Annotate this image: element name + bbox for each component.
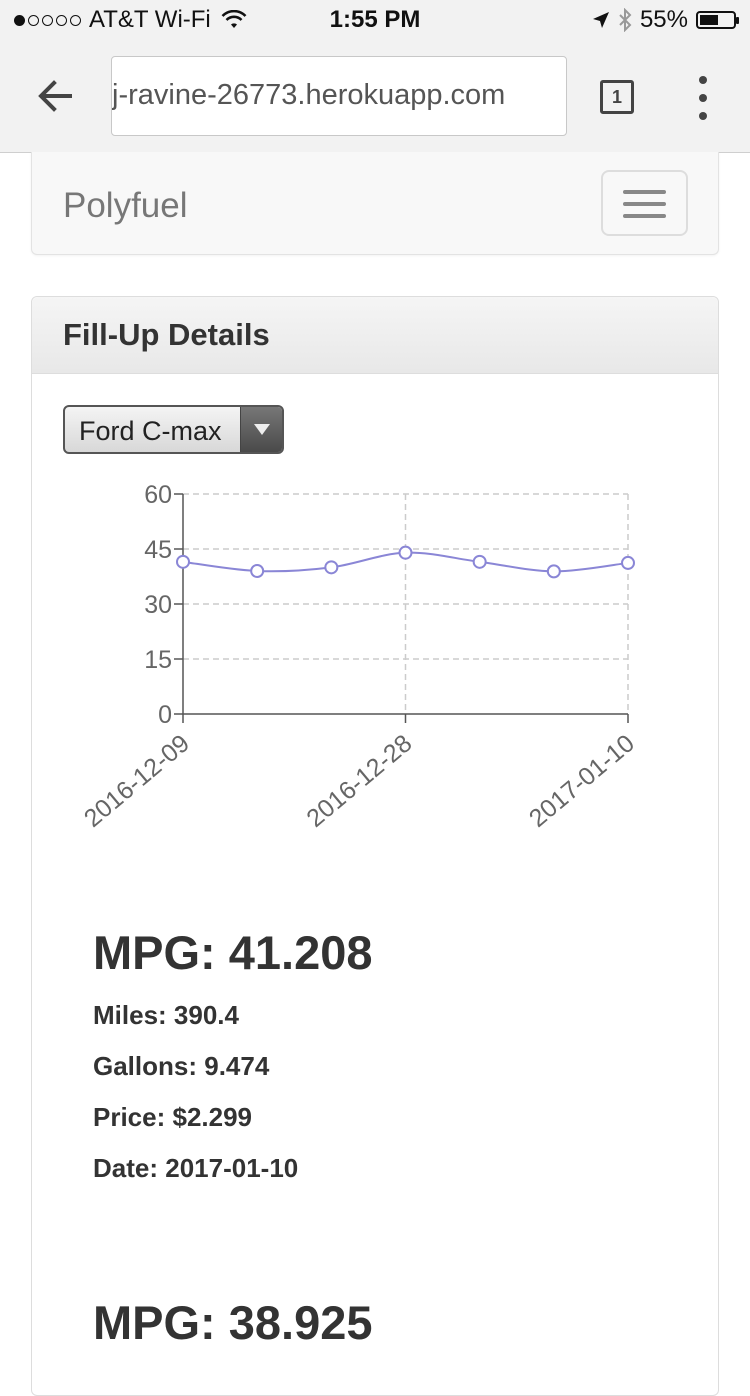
y-tick-label: 15 — [144, 646, 172, 674]
status-bar: AT&T Wi-Fi 1:55 PM 55% — [0, 0, 750, 40]
data-point — [546, 564, 561, 579]
entry-gallons: Gallons: 9.474 — [93, 1051, 270, 1081]
data-point — [621, 555, 635, 570]
dropdown-arrow-icon — [240, 407, 282, 452]
y-tick-label: 0 — [158, 701, 172, 729]
x-tick-label: 2016-12-28 — [301, 729, 417, 833]
url-text: j-ravine-26773.herokuapp.com — [112, 79, 506, 111]
bluetooth-icon — [619, 8, 632, 32]
battery-percent: 55% — [639, 6, 688, 33]
data-point — [250, 564, 265, 578]
fill-up-entry: MPG: 41.208 Miles: 390.4 Gallons: 9.474 … — [93, 925, 373, 1184]
mpg-line-chart: 0 15 30 45 60 2016-12-09 2016-12-28 2017-01-10 — [79, 481, 640, 833]
vehicle-select[interactable]: Ford C-max — [63, 405, 284, 454]
x-tick-label: 2016-12-09 — [79, 729, 195, 833]
y-tick-label: 30 — [144, 591, 172, 619]
overflow-menu-icon[interactable] — [690, 76, 716, 120]
status-right: 55% — [592, 6, 739, 34]
url-bar[interactable]: j-ravine-26773.herokuapp.com — [111, 56, 567, 136]
x-tick-label: 2017-01-10 — [524, 729, 640, 833]
panel-title: Fill-Up Details — [63, 317, 270, 352]
data-point — [472, 554, 487, 569]
entry-mpg: MPG: 41.208 — [93, 926, 373, 979]
back-arrow-icon[interactable] — [34, 74, 78, 118]
entry-miles: Miles: 390.4 — [93, 1000, 239, 1030]
navbar: Polyfuel — [31, 152, 719, 255]
panel-heading: Fill-Up Details — [32, 297, 718, 374]
browser-toolbar: j-ravine-26773.herokuapp.com 1 — [0, 40, 750, 153]
y-tick-label: 45 — [144, 536, 172, 564]
brand-link[interactable]: Polyfuel — [63, 186, 188, 226]
entry-mpg: MPG: 38.925 — [93, 1296, 373, 1349]
entry-price: Price: $2.299 — [93, 1102, 253, 1132]
location-arrow-icon — [592, 12, 609, 28]
y-tick-label: 60 — [144, 481, 172, 509]
battery-icon — [696, 11, 739, 29]
fill-up-entry: MPG: 38.925 — [93, 1295, 373, 1350]
entry-date: Date: 2017-01-10 — [93, 1153, 299, 1183]
nav-toggle-button[interactable] — [601, 170, 688, 236]
fill-up-details-panel: Fill-Up Details Ford C-max 0 15 30 45 60 2016… — [31, 296, 719, 1396]
data-point — [324, 560, 339, 575]
data-point — [398, 545, 413, 560]
hamburger-icon — [623, 190, 666, 194]
tab-switcher-button[interactable]: 1 — [600, 80, 634, 114]
vehicle-select-value: Ford C-max — [79, 416, 222, 446]
data-point — [176, 554, 190, 569]
